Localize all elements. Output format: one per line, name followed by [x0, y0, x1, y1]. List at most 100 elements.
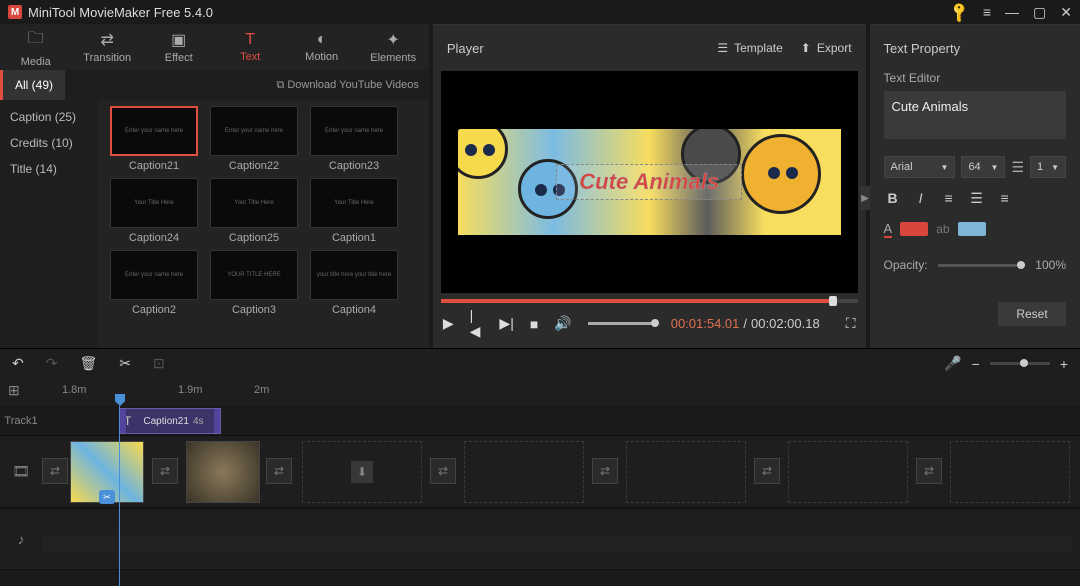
preview-area[interactable]: Cute Animals [441, 71, 858, 293]
tab-media[interactable]: 🗀Media [0, 24, 71, 70]
fullscreen-button[interactable]: ⛶ [846, 315, 856, 332]
menu-icon[interactable]: ≡ [983, 4, 991, 20]
playhead[interactable] [115, 394, 125, 406]
transition-slot[interactable]: ⇄ [592, 458, 618, 484]
caption-template-thumb[interactable]: Your Title Here [110, 178, 198, 228]
license-key-icon[interactable]: 🔑 [948, 0, 972, 24]
caption-overlay[interactable]: Cute Animals [556, 164, 742, 200]
text-track[interactable]: Track1 T Caption21 4s [0, 406, 1080, 436]
download-youtube-link[interactable]: ⧉ Download YouTube Videos [276, 70, 428, 100]
opacity-slider[interactable] [938, 264, 1026, 267]
tab-transition[interactable]: ⇄Transition [71, 24, 142, 70]
transition-slot[interactable]: ⇄ [430, 458, 456, 484]
audio-track[interactable]: ♪ [0, 508, 1080, 570]
font-family-select[interactable]: Arial▼ [884, 156, 956, 178]
caption-template-thumb[interactable]: your title here your title here [310, 250, 398, 300]
drop-media-slot[interactable]: ⬇ [302, 441, 422, 503]
caption-template-thumb[interactable]: Your Title Here [210, 178, 298, 228]
close-button[interactable]: ✕ [1060, 4, 1072, 21]
empty-slot[interactable] [950, 441, 1070, 503]
library-panel: 🗀Media ⇄Transition ▣Effect TText ◐Motion… [0, 24, 429, 348]
thumb-placeholder-text: Your Title Here [334, 200, 373, 206]
video-clip-2[interactable] [186, 441, 260, 503]
delete-button[interactable]: 🗑 [79, 355, 97, 372]
minimize-button[interactable]: — [1005, 4, 1019, 20]
empty-slot[interactable] [626, 441, 746, 503]
volume-slider[interactable] [588, 322, 655, 325]
video-clip-1[interactable]: ✂ [70, 441, 144, 503]
align-center-button[interactable]: ☰ [968, 190, 986, 207]
audio-lane[interactable] [42, 535, 1072, 553]
category-caption[interactable]: Caption (25) [0, 104, 98, 130]
caption-template-thumb[interactable]: Enter your name here [210, 106, 298, 156]
zoom-out-button[interactable]: − [972, 356, 980, 372]
video-track[interactable]: 🎞 ⇄ ✂ ⇄ ⇄ ⬇ ⇄ ⇄ ⇄ ⇄ [0, 436, 1080, 508]
subcat-all[interactable]: All (49) [0, 70, 65, 100]
ruler-mark: 2m [254, 384, 269, 396]
empty-slot[interactable] [788, 441, 908, 503]
highlight-color-swatch[interactable] [958, 222, 986, 236]
text-editor-label: Text Editor [884, 71, 1066, 85]
caption-template-thumb[interactable]: YOUR TITLE HERE [210, 250, 298, 300]
tab-effect[interactable]: ▣Effect [143, 24, 214, 70]
template-button[interactable]: ☰Template [717, 41, 782, 55]
text-color-swatch[interactable] [900, 222, 928, 236]
align-right-button[interactable]: ≡ [996, 190, 1014, 207]
clip-handle-right[interactable] [214, 409, 220, 433]
align-left-button[interactable]: ≡ [940, 190, 958, 207]
add-media-icon: ⬇ [351, 461, 373, 483]
motion-icon: ◐ [317, 31, 327, 49]
text-color-label: A [884, 221, 893, 236]
zoom-slider[interactable] [990, 362, 1050, 365]
stop-button[interactable]: ■ [530, 316, 538, 332]
zoom-in-button[interactable]: + [1060, 356, 1068, 372]
prev-frame-button[interactable]: |◀ [470, 307, 484, 340]
undo-button[interactable]: ↶ [12, 355, 24, 372]
panel-collapse-toggle[interactable]: ▶ [860, 186, 870, 210]
next-frame-button[interactable]: ▶| [499, 315, 513, 332]
line-spacing-select[interactable]: 1▼ [1030, 156, 1066, 178]
tab-motion[interactable]: ◐Motion [286, 24, 357, 70]
chevron-down-icon: ▼ [941, 163, 949, 172]
seek-bar[interactable] [441, 299, 858, 303]
reset-button[interactable]: Reset [998, 302, 1066, 326]
font-size-select[interactable]: 64▼ [961, 156, 1005, 178]
italic-button[interactable]: I [912, 190, 930, 207]
thumb-label: Caption1 [332, 232, 376, 244]
transition-slot[interactable]: ⇄ [42, 458, 68, 484]
elements-icon: ✦ [386, 30, 399, 50]
line-height-icon[interactable]: ☰ [1011, 159, 1024, 176]
redo-button[interactable]: ↷ [46, 355, 58, 372]
play-button[interactable]: ▶ [443, 315, 454, 332]
transition-slot[interactable]: ⇄ [152, 458, 178, 484]
text-input[interactable] [884, 91, 1066, 139]
transition-slot[interactable]: ⇄ [916, 458, 942, 484]
app-icon: M [8, 5, 22, 19]
timeline-ruler[interactable]: ⊞ 1.8m 1.9m 2m [0, 378, 1080, 406]
category-title[interactable]: Title (14) [0, 156, 98, 182]
tab-elements[interactable]: ✦Elements [357, 24, 428, 70]
opacity-value: 100% [1035, 258, 1066, 272]
export-button[interactable]: ⬆Export [801, 41, 852, 55]
caption-template-thumb[interactable]: Enter your name here [110, 106, 198, 156]
split-button[interactable]: ✂ [119, 355, 131, 372]
text-clip[interactable]: T Caption21 4s [119, 408, 221, 434]
chevron-down-icon: ▼ [1051, 163, 1059, 172]
transition-slot[interactable]: ⇄ [266, 458, 292, 484]
bold-button[interactable]: B [884, 190, 902, 207]
tab-text[interactable]: TText [214, 24, 285, 70]
transition-slot[interactable]: ⇄ [754, 458, 780, 484]
caption-template-thumb[interactable]: Enter your name here [110, 250, 198, 300]
caption-template-thumb[interactable]: Enter your name here [310, 106, 398, 156]
clip-handle-left[interactable] [120, 409, 126, 433]
caption-template-thumb[interactable]: Your Title Here [310, 178, 398, 228]
volume-icon[interactable]: 🔊 [554, 315, 571, 332]
timeline-audio-icon[interactable]: 🎤 [944, 355, 961, 372]
category-credits[interactable]: Credits (10) [0, 130, 98, 156]
crop-button[interactable]: ⊡ [153, 355, 165, 372]
title-bar: M MiniTool MovieMaker Free 5.4.0 🔑 ≡ — ▢… [0, 0, 1080, 24]
maximize-button[interactable]: ▢ [1033, 4, 1046, 21]
template-grid: Enter your name hereCaption21Enter your … [98, 100, 429, 348]
fit-timeline-button[interactable]: ⊞ [8, 382, 20, 399]
empty-slot[interactable] [464, 441, 584, 503]
